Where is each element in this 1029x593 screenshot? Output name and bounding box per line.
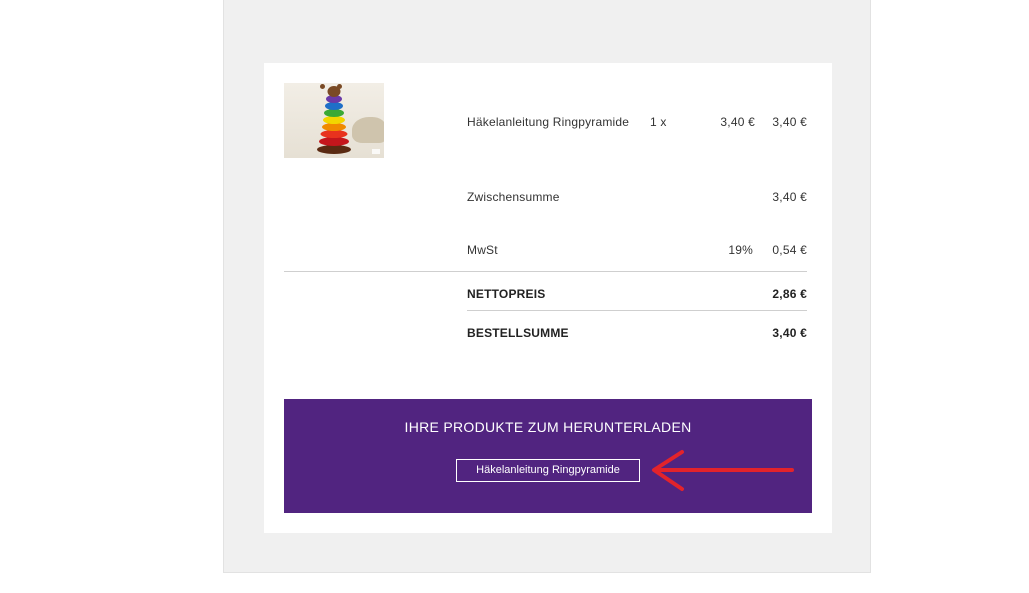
divider <box>284 271 807 272</box>
item-total: 3,40 € <box>772 115 807 129</box>
tax-value: 0,54 € <box>772 243 807 257</box>
tax-rate: 19% <box>728 243 753 257</box>
net-price-value: 2,86 € <box>772 287 807 301</box>
item-quantity: 1 x <box>650 115 667 129</box>
order-total-value: 3,40 € <box>772 326 807 340</box>
zoom-icon <box>372 149 380 154</box>
subtotal-label: Zwischensumme <box>467 190 560 204</box>
download-link-button[interactable]: Häkelanleitung Ringpyramide <box>456 459 640 482</box>
product-thumbnail[interactable] <box>284 83 384 158</box>
subtotal-value: 3,40 € <box>772 190 807 204</box>
stone-background <box>352 117 384 143</box>
tax-label: MwSt <box>467 243 498 257</box>
item-name: Häkelanleitung Ringpyramide <box>467 115 630 129</box>
net-price-label: NETTOPREIS <box>467 287 546 301</box>
divider <box>467 310 807 311</box>
order-total-label: BESTELLSUMME <box>467 326 569 340</box>
item-unit-price: 3,40 € <box>720 115 755 129</box>
downloads-title: IHRE PRODUKTE ZUM HERUNTERLADEN <box>404 419 692 435</box>
annotation-arrow-icon <box>652 450 794 491</box>
